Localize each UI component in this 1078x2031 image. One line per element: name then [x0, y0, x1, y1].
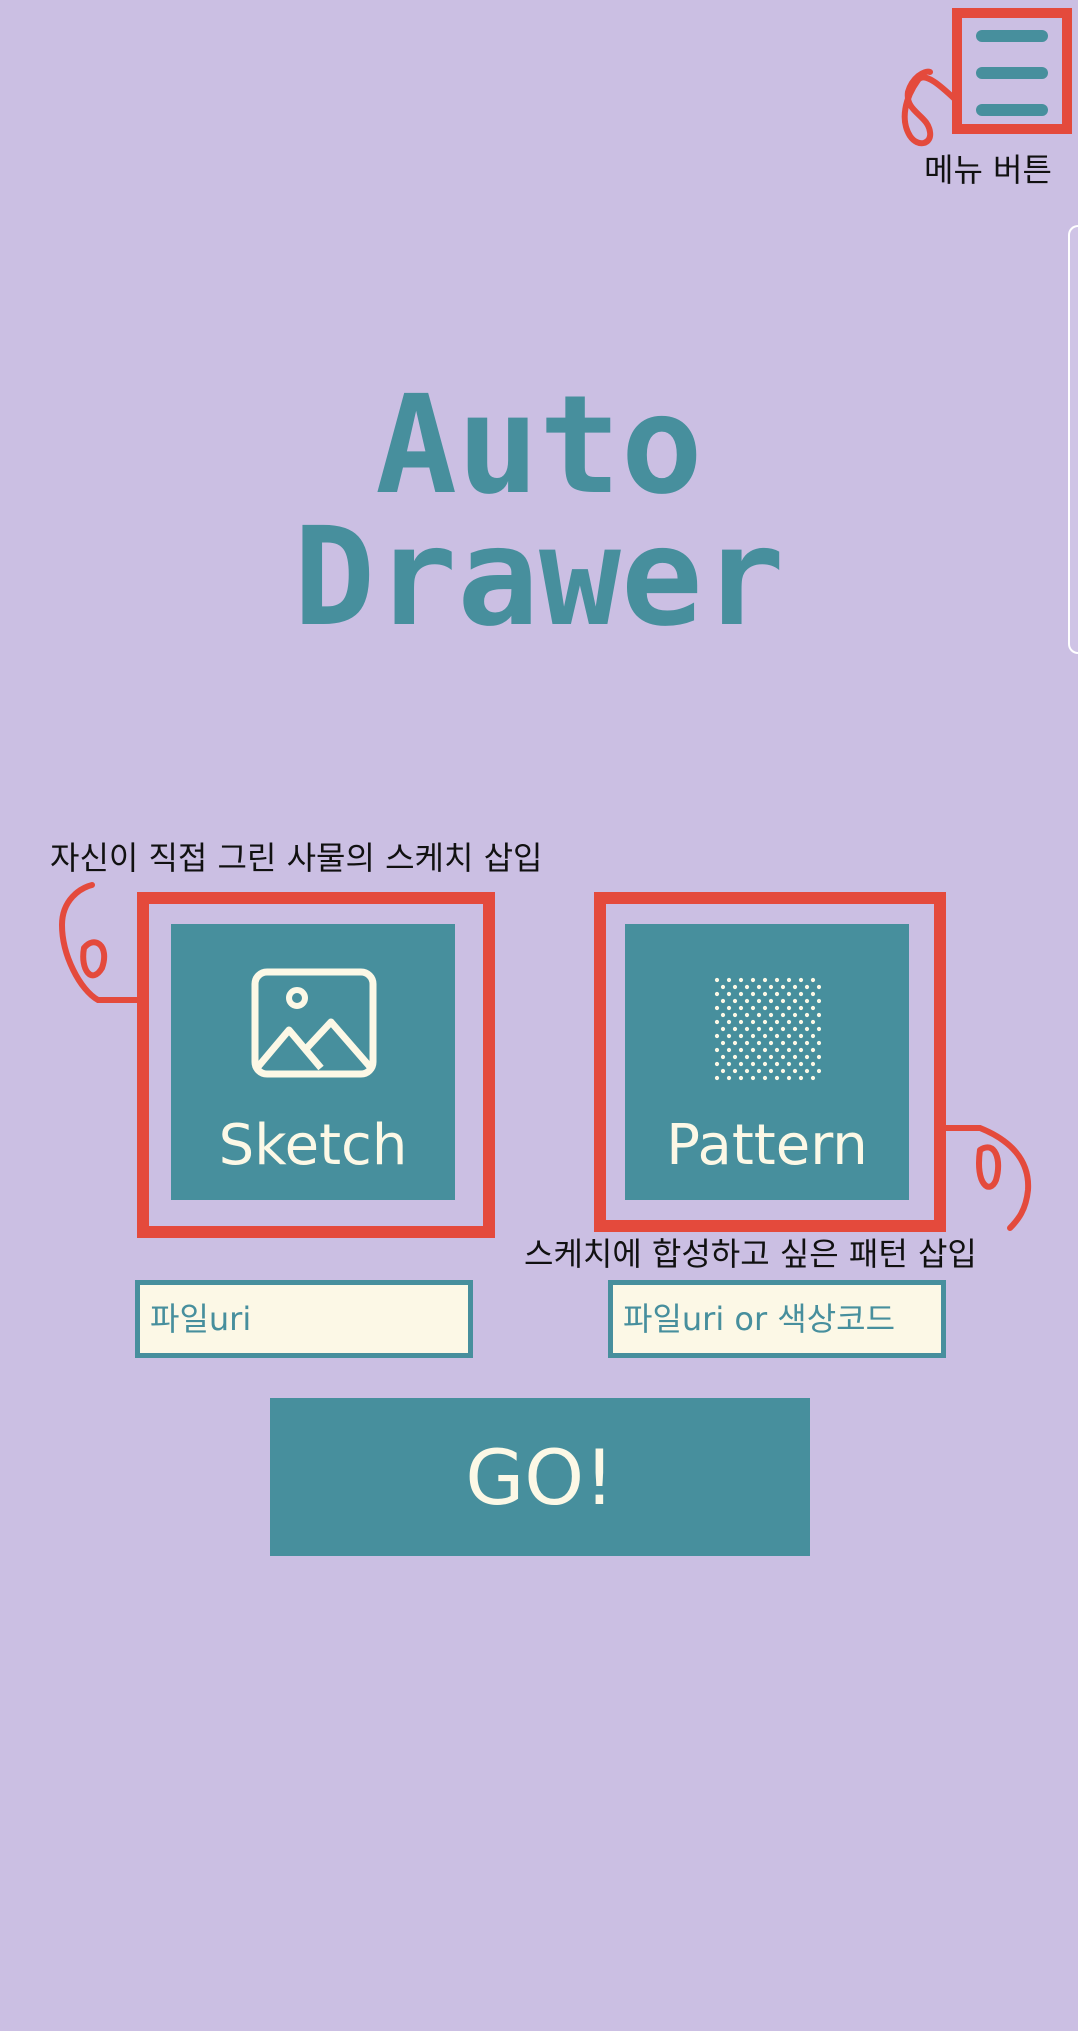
menu-button-annotation: 메뉴 버튼	[924, 151, 1052, 189]
sketch-label: Sketch	[218, 1113, 408, 1178]
pattern-button[interactable]: Pattern	[625, 924, 909, 1200]
sketch-file-uri-input[interactable]	[135, 1280, 473, 1358]
go-button[interactable]: GO!	[270, 1398, 810, 1556]
sketch-annotation: 자신이 직접 그린 사물의 스케치 삽입	[50, 839, 543, 877]
app-title-line-2: Drawer	[293, 499, 785, 657]
pattern-label: Pattern	[666, 1113, 868, 1178]
pattern-uri-or-color-input[interactable]	[608, 1280, 946, 1358]
menu-button[interactable]	[952, 8, 1072, 134]
pattern-annotation: 스케치에 합성하고 싶은 패턴 삽입	[524, 1235, 977, 1273]
image-icon	[251, 968, 377, 1078]
app-title-line-1: Auto	[375, 367, 703, 525]
hamburger-menu-icon	[962, 18, 1062, 124]
app-title: Auto Drawer	[0, 367, 1078, 657]
dot-pattern-icon	[714, 977, 821, 1081]
sketch-button[interactable]: Sketch	[171, 924, 455, 1200]
